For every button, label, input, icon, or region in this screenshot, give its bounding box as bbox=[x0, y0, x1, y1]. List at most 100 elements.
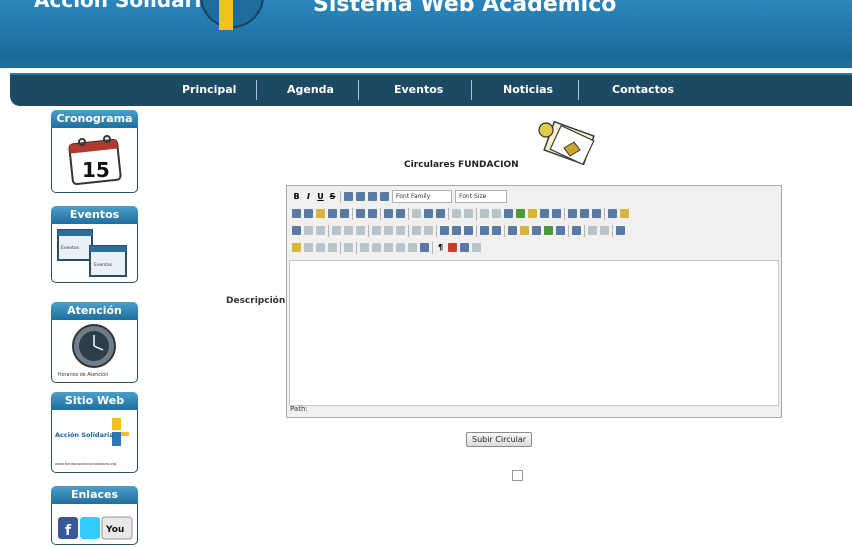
editor-toolbar: B I U S Font Family Font Size ¶ bbox=[289, 188, 779, 260]
spellcheck-icon[interactable] bbox=[532, 226, 541, 235]
sidebar-item-cronograma[interactable]: Cronograma 15 bbox=[51, 110, 138, 193]
find-icon[interactable] bbox=[356, 209, 365, 218]
website-url[interactable]: www.fundacionaccionsolidaria.org bbox=[55, 462, 116, 466]
undo-icon[interactable] bbox=[452, 209, 461, 218]
redo-icon[interactable] bbox=[464, 209, 473, 218]
svg-text:f: f bbox=[65, 523, 72, 539]
editor-path-bar: Path: bbox=[290, 405, 308, 413]
del-icon[interactable] bbox=[396, 243, 405, 252]
cut-icon[interactable] bbox=[292, 209, 301, 218]
cite-icon[interactable] bbox=[360, 243, 369, 252]
cleanup-icon[interactable] bbox=[528, 209, 537, 218]
pagebreak-icon[interactable] bbox=[472, 243, 481, 252]
visual-chars-button[interactable]: ¶ bbox=[436, 243, 445, 252]
absolute-icon[interactable] bbox=[328, 243, 337, 252]
row-before-icon[interactable] bbox=[332, 226, 341, 235]
copy-icon[interactable] bbox=[304, 209, 313, 218]
print-icon[interactable] bbox=[572, 226, 581, 235]
align-justify-icon[interactable] bbox=[380, 192, 389, 201]
anchor-icon[interactable] bbox=[504, 209, 513, 218]
nav-contactos[interactable]: Contactos bbox=[612, 83, 674, 96]
sidebar-item-atencion[interactable]: Atención Horarios de Atención bbox=[51, 302, 138, 383]
remove-format-icon[interactable] bbox=[452, 226, 461, 235]
nav-principal[interactable]: Principal bbox=[182, 83, 236, 96]
nav-agenda[interactable]: Agenda bbox=[287, 83, 334, 96]
abbr-icon[interactable] bbox=[372, 243, 381, 252]
sidebar-title: Eventos bbox=[51, 206, 138, 224]
row-after-icon[interactable] bbox=[344, 226, 353, 235]
circular-clipart-icon bbox=[538, 120, 595, 166]
acronym-icon[interactable] bbox=[384, 243, 393, 252]
nav-noticias[interactable]: Noticias bbox=[503, 83, 553, 96]
split-cells-icon[interactable] bbox=[412, 226, 421, 235]
submit-circular-button[interactable]: Subir Circular bbox=[466, 432, 533, 447]
move-backward-icon[interactable] bbox=[316, 243, 325, 252]
visual-aid-icon[interactable] bbox=[464, 226, 473, 235]
indent-icon[interactable] bbox=[424, 209, 433, 218]
table-icon[interactable] bbox=[292, 226, 301, 235]
fullscreen-icon[interactable] bbox=[616, 226, 625, 235]
insert-time-icon[interactable] bbox=[580, 209, 589, 218]
superscript-icon[interactable] bbox=[492, 226, 501, 235]
styleprops-icon[interactable] bbox=[344, 243, 353, 252]
html-source-icon[interactable] bbox=[552, 209, 561, 218]
col-after-icon[interactable] bbox=[384, 226, 393, 235]
strikethrough-button[interactable]: S bbox=[328, 192, 337, 201]
sidebar-item-eventos[interactable]: Eventos Eventos Eventos bbox=[51, 206, 138, 283]
align-left-icon[interactable] bbox=[344, 192, 353, 201]
nav-eventos[interactable]: Eventos bbox=[394, 83, 443, 96]
attribs-icon[interactable] bbox=[420, 243, 429, 252]
media-icon[interactable] bbox=[544, 226, 553, 235]
template-icon[interactable] bbox=[460, 243, 469, 252]
delete-row-icon[interactable] bbox=[356, 226, 365, 235]
col-before-icon[interactable] bbox=[372, 226, 381, 235]
paste-icon[interactable] bbox=[316, 209, 325, 218]
subscript-icon[interactable] bbox=[480, 226, 489, 235]
outdent-icon[interactable] bbox=[412, 209, 421, 218]
unlink-icon[interactable] bbox=[492, 209, 501, 218]
paste-word-icon[interactable] bbox=[340, 209, 349, 218]
backcolor-icon[interactable] bbox=[620, 209, 629, 218]
replace-icon[interactable] bbox=[368, 209, 377, 218]
sidebar-item-sitio-web[interactable]: Sitio Web Acción Solidaria www.fundacion… bbox=[51, 392, 138, 473]
social-icons: f You bbox=[58, 516, 133, 540]
hr-icon[interactable] bbox=[440, 226, 449, 235]
bullet-list-icon[interactable] bbox=[384, 209, 393, 218]
clock-caption: Horarios de Atención bbox=[58, 371, 108, 378]
cell-props-icon[interactable] bbox=[316, 226, 325, 235]
insert-date-icon[interactable] bbox=[568, 209, 577, 218]
insert-layer-icon[interactable] bbox=[292, 243, 301, 252]
emotions-icon[interactable] bbox=[520, 226, 529, 235]
website-logo: Acción Solidaria www.fundacionaccionsoli… bbox=[51, 410, 138, 473]
delete-col-icon[interactable] bbox=[396, 226, 405, 235]
nonbreaking-icon[interactable] bbox=[448, 243, 457, 252]
move-forward-icon[interactable] bbox=[304, 243, 313, 252]
preview-icon[interactable] bbox=[592, 209, 601, 218]
italic-button[interactable]: I bbox=[304, 192, 313, 201]
toolbar-row-4: ¶ bbox=[289, 239, 779, 256]
bold-button[interactable]: B bbox=[292, 192, 301, 201]
ltr-icon[interactable] bbox=[588, 226, 597, 235]
numbered-list-icon[interactable] bbox=[396, 209, 405, 218]
social-links: f You bbox=[51, 504, 138, 545]
sidebar-item-enlaces[interactable]: Enlaces f You bbox=[51, 486, 138, 545]
advhr-icon[interactable] bbox=[556, 226, 565, 235]
image-icon[interactable] bbox=[516, 209, 525, 218]
ins-icon[interactable] bbox=[408, 243, 417, 252]
forecolor-icon[interactable] bbox=[608, 209, 617, 218]
blockquote-icon[interactable] bbox=[436, 209, 445, 218]
underline-button[interactable]: U bbox=[316, 192, 325, 201]
align-right-icon[interactable] bbox=[368, 192, 377, 201]
font-family-select[interactable]: Font Family bbox=[392, 190, 452, 203]
clock-graphic: Horarios de Atención bbox=[58, 324, 116, 378]
paste-text-icon[interactable] bbox=[328, 209, 337, 218]
row-props-icon[interactable] bbox=[304, 226, 313, 235]
font-size-select[interactable]: Font Size bbox=[455, 190, 507, 203]
help-icon[interactable] bbox=[540, 209, 549, 218]
merge-cells-icon[interactable] bbox=[424, 226, 433, 235]
editor-content-area[interactable] bbox=[289, 260, 779, 406]
link-icon[interactable] bbox=[480, 209, 489, 218]
align-center-icon[interactable] bbox=[356, 192, 365, 201]
charmap-icon[interactable] bbox=[508, 226, 517, 235]
rtl-icon[interactable] bbox=[600, 226, 609, 235]
